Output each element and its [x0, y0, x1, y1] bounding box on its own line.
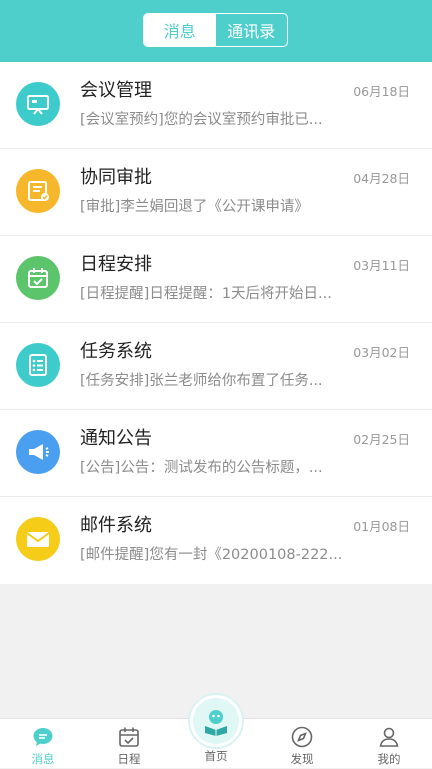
list-item-meeting[interactable]: 会议管理 06月18日 [会议室预约]您的会议室预约审批已...	[0, 62, 432, 149]
list-item-approval[interactable]: 协同审批 04月28日 [审批]李兰娟回退了《公开课申请》	[0, 149, 432, 236]
tab-messages[interactable]: 消息	[144, 14, 216, 46]
item-title: 邮件系统	[80, 511, 152, 537]
item-preview: [日程提醒]日程提醒：1天后将开始日...	[80, 282, 342, 303]
item-title: 通知公告	[80, 424, 152, 450]
compass-icon	[290, 725, 314, 749]
item-date: 01月08日	[353, 516, 410, 535]
item-preview: [审批]李兰娟回退了《公开课申请》	[80, 195, 342, 216]
message-list: 会议管理 06月18日 [会议室预约]您的会议室预约审批已... 协同审批 04…	[0, 62, 432, 584]
item-preview: [邮件提醒]您有一封《20200108-222...	[80, 543, 342, 564]
home-button[interactable]	[188, 693, 244, 749]
tabbar-label: 消息	[32, 751, 55, 767]
item-date: 04月28日	[353, 168, 410, 187]
item-title: 日程安排	[80, 250, 152, 276]
tabbar-item-profile[interactable]: 我的	[346, 719, 432, 769]
item-preview: [任务安排]张兰老师给你布置了任务...	[80, 369, 342, 390]
list-item-task[interactable]: 任务系统 03月02日 [任务安排]张兰老师给你布置了任务...	[0, 323, 432, 410]
task-list-icon	[16, 343, 60, 387]
item-preview: [会议室预约]您的会议室预约审批已...	[80, 108, 342, 129]
tabbar-item-messages[interactable]: 消息	[0, 719, 86, 769]
item-date: 06月18日	[353, 81, 410, 100]
tabbar-item-discover[interactable]: 发现	[259, 719, 345, 769]
item-title: 协同审批	[80, 163, 152, 189]
item-date: 03月02日	[353, 342, 410, 361]
item-date: 03月11日	[353, 255, 410, 274]
user-icon	[377, 725, 401, 749]
calendar-icon	[117, 725, 141, 749]
tabbar-label: 发现	[291, 751, 314, 767]
item-title: 任务系统	[80, 337, 152, 363]
list-item-mail[interactable]: 邮件系统 01月08日 [邮件提醒]您有一封《20200108-222...	[0, 497, 432, 584]
calendar-check-icon	[16, 256, 60, 300]
home-label: 首页	[190, 748, 242, 764]
top-header: 消息 通讯录	[0, 0, 432, 62]
megaphone-icon	[16, 430, 60, 474]
tabbar-item-schedule[interactable]: 日程	[86, 719, 172, 769]
item-preview: [公告]公告：测试发布的公告标题，...	[80, 456, 342, 477]
home-logo-icon	[193, 698, 239, 744]
tab-contacts[interactable]: 通讯录	[216, 14, 288, 46]
meeting-board-icon	[16, 82, 60, 126]
tabbar-label: 日程	[118, 751, 141, 767]
segmented-control: 消息 通讯录	[143, 13, 288, 47]
list-item-announcement[interactable]: 通知公告 02月25日 [公告]公告：测试发布的公告标题，...	[0, 410, 432, 497]
list-item-schedule[interactable]: 日程安排 03月11日 [日程提醒]日程提醒：1天后将开始日...	[0, 236, 432, 323]
envelope-icon	[16, 517, 60, 561]
tabbar-label: 我的	[378, 751, 401, 767]
item-title: 会议管理	[80, 76, 152, 102]
approval-document-icon	[16, 169, 60, 213]
item-date: 02月25日	[353, 429, 410, 448]
chat-bubble-icon	[31, 725, 55, 749]
